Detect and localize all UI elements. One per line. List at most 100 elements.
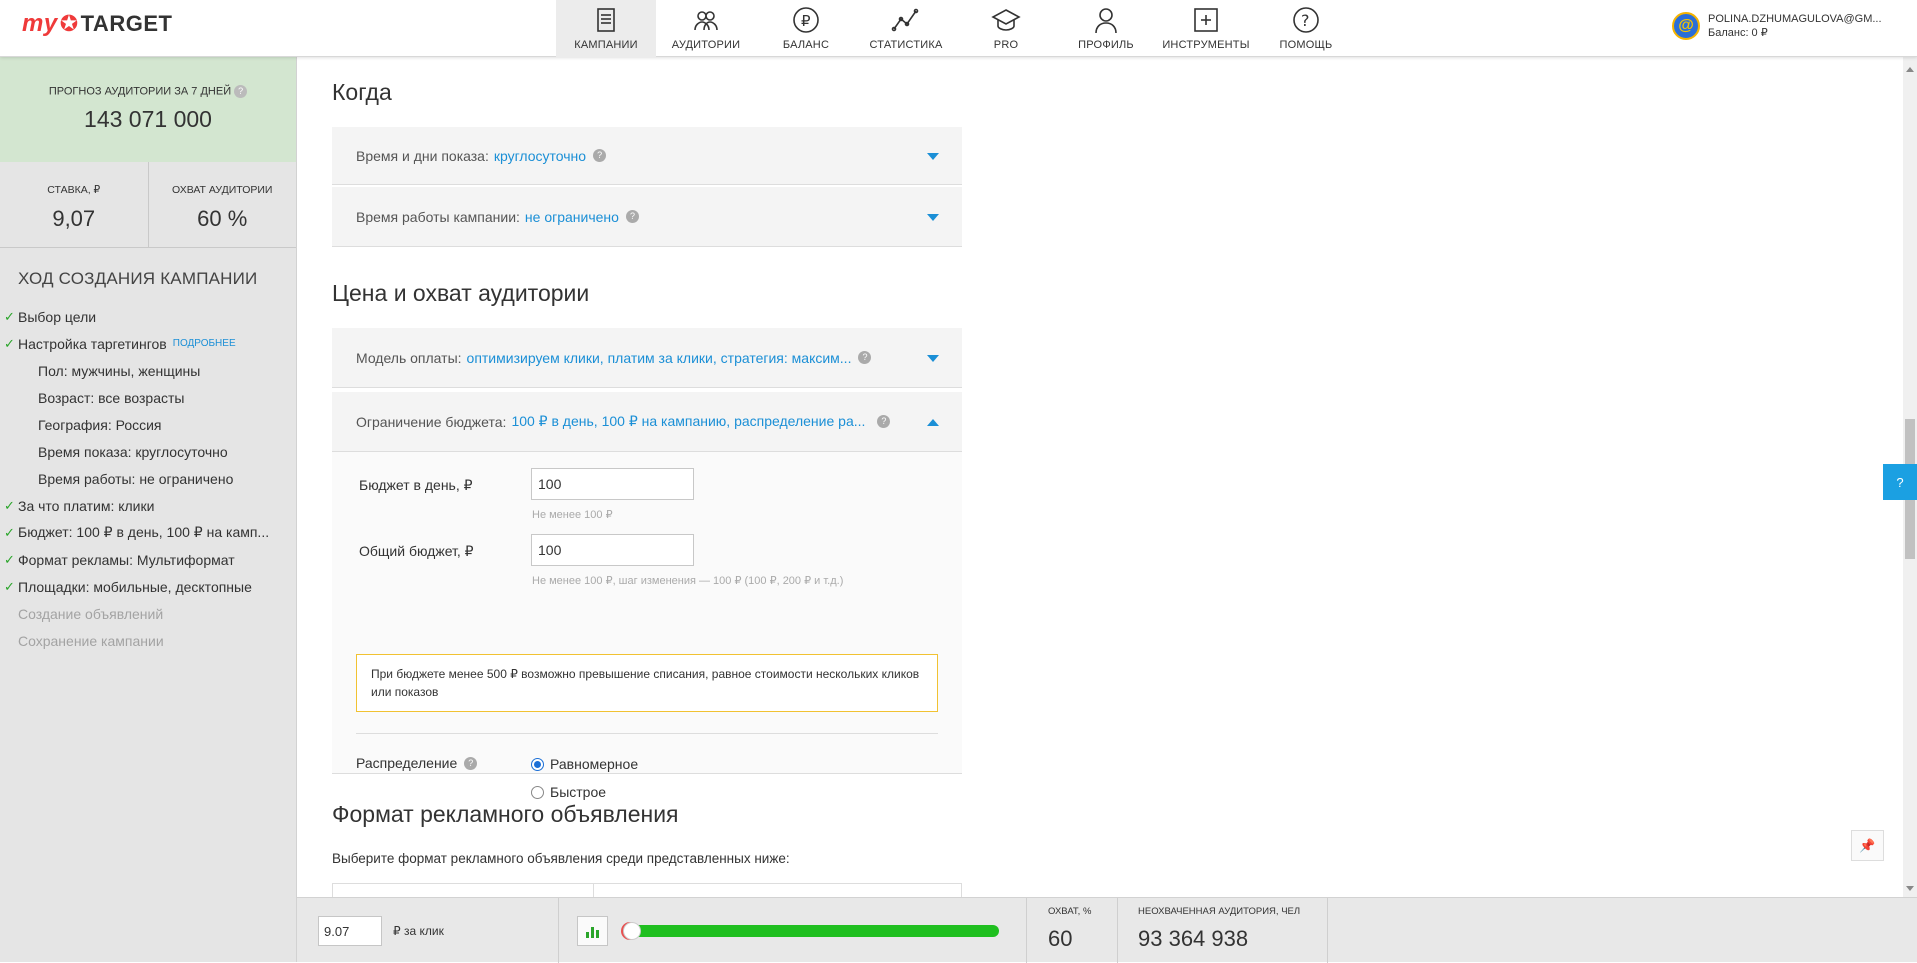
check-icon: ✓: [4, 497, 15, 513]
unreached-value: 93 364 938: [1138, 926, 1249, 951]
scroll-up-icon[interactable]: [1906, 67, 1914, 72]
when-title: Когда: [332, 79, 392, 105]
nav-campaigns[interactable]: КАМПАНИИ: [556, 0, 656, 57]
schedule-accordion[interactable]: Время и дни показа: круглосуточно ?: [332, 127, 962, 185]
metrics-row: СТАВКА, ₽ 9,07 ОХВАТ АУДИТОРИИ 60 %: [0, 162, 296, 248]
daily-budget-input[interactable]: [531, 468, 694, 500]
logo-my: my: [22, 10, 58, 37]
radio-unchecked[interactable]: [531, 785, 544, 799]
svg-text:?: ?: [1301, 11, 1310, 30]
budget-help-icon[interactable]: ?: [877, 415, 891, 428]
chart-button[interactable]: [577, 916, 608, 946]
step-goal[interactable]: ✓ Выбор цели: [0, 303, 296, 330]
radio-checked[interactable]: [531, 757, 544, 771]
user-email: POLINA.DZHUMAGULOVA@GM...: [1708, 13, 1882, 25]
step-targeting[interactable]: ✓ Настройка таргетингов ПОДРОБНЕЕ: [0, 330, 296, 357]
step-label: Формат рекламы: Мультиформат: [18, 551, 235, 568]
format-options[interactable]: [332, 883, 962, 897]
check-icon: ✓: [4, 335, 15, 351]
distribution-row: Распределение ?: [356, 755, 478, 771]
check-icon: ✓: [4, 308, 15, 324]
balance-icon: ₽: [793, 7, 819, 33]
reach-value: 60: [1048, 926, 1073, 951]
total-budget-input[interactable]: [531, 534, 694, 566]
help-icon: ?: [1293, 7, 1319, 33]
nav-pro[interactable]: PRO: [956, 0, 1056, 57]
bid-label: СТАВКА, ₽: [47, 184, 101, 196]
budget-accordion[interactable]: Ограничение бюджета: 100 ₽ в день, 100 ₽…: [332, 392, 962, 452]
payment-value: оптимизируем клики, платим за клики, стр…: [466, 349, 852, 366]
distribution-help-icon[interactable]: ?: [464, 756, 478, 770]
nav-help-label: ПОМОЩЬ: [1279, 39, 1333, 51]
audience-forecast: ПРОГНОЗ АУДИТОРИИ ЗА 7 ДНЕЙ? 143 071 000: [0, 57, 296, 162]
step-label: Время работы: не ограничено: [38, 470, 234, 487]
chevron-down-icon: [927, 152, 939, 160]
main-content: Когда Время и дни показа: круглосуточно …: [297, 57, 1900, 897]
radio-even[interactable]: Равномерное: [531, 756, 638, 772]
runtime-label: Время работы кампании:: [356, 208, 520, 225]
check-icon: ✓: [4, 551, 15, 567]
unreached-block: НЕОХВАЧЕННАЯ АУДИТОРИЯ, ЧЕЛ 93 364 938: [1138, 906, 1300, 952]
payment-accordion[interactable]: Модель оплаты: оптимизируем клики, плати…: [332, 328, 962, 388]
statistics-icon: [891, 8, 919, 32]
nav-audiences-label: АУДИТОРИИ: [671, 39, 741, 51]
step-format[interactable]: ✓ Формат рекламы: Мультиформат: [0, 546, 296, 573]
nav-statistics[interactable]: СТАТИСТИКА: [856, 0, 956, 57]
format-title: Формат рекламного объявления: [332, 801, 679, 827]
bid-unit: ₽ за клик: [393, 924, 444, 938]
step-payment[interactable]: ✓ За что платим: клики: [0, 492, 296, 519]
step-label: Площадки: мобильные, десктопные: [18, 578, 252, 595]
pin-button[interactable]: 📌: [1851, 830, 1884, 861]
nav-tools[interactable]: ИНСТРУМЕНТЫ: [1156, 0, 1256, 57]
payment-label: Модель оплаты:: [356, 349, 462, 366]
coverage-label: ОХВАТ АУДИТОРИИ: [172, 184, 273, 196]
logo-mark-icon: ✪: [59, 11, 79, 36]
user-account[interactable]: @ POLINA.DZHUMAGULOVA@GM... Баланс: 0 ₽: [1672, 12, 1882, 40]
top-header: my ✪ TARGET КАМПАНИИ АУДИТОРИИ ₽ БАЛАНС …: [0, 0, 1917, 57]
coverage-value: 60 %: [197, 206, 248, 231]
bid-input[interactable]: [318, 916, 382, 946]
payment-help-icon[interactable]: ?: [858, 351, 872, 364]
user-balance: Баланс: 0 ₽: [1708, 27, 1768, 39]
campaigns-icon: [597, 8, 615, 32]
runtime-accordion[interactable]: Время работы кампании: не ограничено ?: [332, 187, 962, 247]
step-sub-geo: География: Россия: [0, 411, 296, 438]
nav-profile-label: ПРОФИЛЬ: [1078, 39, 1134, 51]
nav-audiences[interactable]: АУДИТОРИИ: [656, 0, 756, 57]
more-link[interactable]: ПОДРОБНЕЕ: [173, 338, 236, 349]
mytarget-logo[interactable]: my ✪ TARGET: [22, 10, 172, 38]
schedule-help-icon[interactable]: ?: [593, 149, 607, 162]
step-budget[interactable]: ✓ Бюджет: 100 ₽ в день, 100 ₽ на камп...: [0, 519, 296, 546]
nav-balance[interactable]: ₽ БАЛАНС: [756, 0, 856, 57]
step-label: Сохранение кампании: [18, 632, 164, 649]
forecast-label: ПРОГНОЗ АУДИТОРИИ ЗА 7 ДНЕЙ: [48, 85, 232, 98]
budget-label: Ограничение бюджета:: [356, 413, 507, 430]
tools-icon: [1194, 8, 1218, 32]
slider-handle[interactable]: [623, 922, 641, 940]
step-label: Настройка таргетингов: [18, 335, 167, 352]
runtime-help-icon[interactable]: ?: [625, 210, 639, 223]
bottom-bar: ₽ за клик ОХВАТ, % 60 НЕОХВАЧЕННАЯ АУДИТ…: [297, 897, 1917, 963]
price-title: Цена и охват аудитории: [332, 280, 590, 306]
forecast-help-icon[interactable]: ?: [234, 85, 248, 98]
step-platforms[interactable]: ✓ Площадки: мобильные, десктопные: [0, 573, 296, 600]
scroll-down-icon[interactable]: [1906, 886, 1914, 891]
progress-title: ХОД СОЗДАНИЯ КАМПАНИИ: [18, 269, 258, 288]
radio-fast[interactable]: Быстрое: [531, 784, 606, 800]
forecast-value: 143 071 000: [84, 106, 212, 132]
step-label: География: Россия: [38, 416, 162, 433]
help-tab-button[interactable]: ?: [1883, 464, 1917, 500]
bid-slider[interactable]: [623, 922, 999, 940]
budget-panel: Бюджет в день, ₽ Не менее 100 ₽ Общий бю…: [332, 452, 962, 800]
divider: [1327, 898, 1328, 963]
daily-budget-label: Бюджет в день, ₽: [359, 477, 473, 493]
budget-warning: При бюджете менее 500 ₽ возможно превыше…: [356, 654, 938, 712]
audiences-icon: [694, 11, 718, 31]
daily-budget-hint: Не менее 100 ₽: [532, 509, 613, 521]
bar-chart-icon: [591, 927, 594, 938]
progress-steps: ✓ Выбор цели ✓ Настройка таргетингов ПОДРОБ…: [0, 303, 296, 654]
nav-profile[interactable]: ПРОФИЛЬ: [1056, 0, 1156, 57]
step-sub-age: Возраст: все возрасты: [0, 384, 296, 411]
pin-icon: 📌: [1859, 837, 1876, 853]
nav-help[interactable]: ? ПОМОЩЬ: [1256, 0, 1356, 57]
